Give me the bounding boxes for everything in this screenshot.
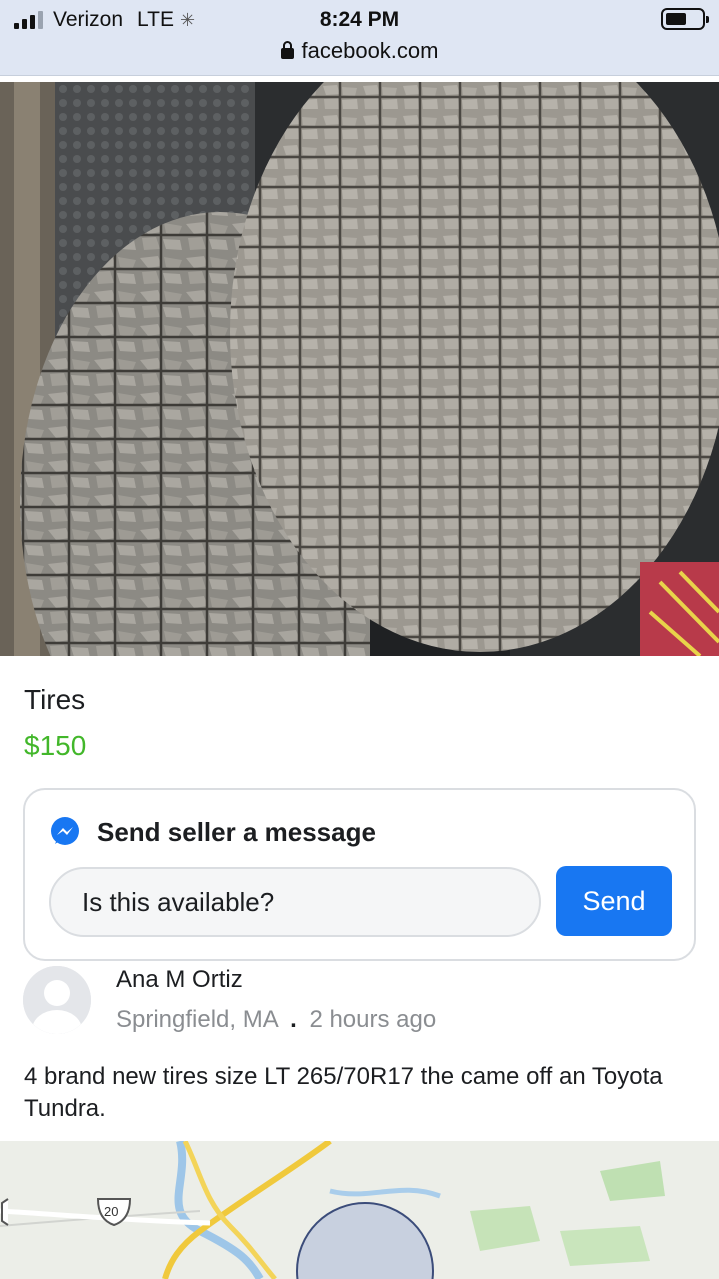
seller-avatar[interactable] xyxy=(23,966,91,1034)
listing-title: Tires xyxy=(24,684,86,715)
send-button[interactable]: Send xyxy=(556,866,672,936)
messenger-icon xyxy=(51,817,79,845)
listing-photo[interactable] xyxy=(0,82,719,656)
status-bar: Verizon LTE ✳ 8:24 PM facebook.com xyxy=(0,0,719,76)
listing-description: 4 brand new tires size LT 265/70R17 the … xyxy=(24,1063,663,1122)
seller-name[interactable]: Ana M Ortiz xyxy=(116,966,243,994)
battery-icon xyxy=(661,8,709,30)
meta-separator: . xyxy=(290,1006,297,1033)
message-seller-card: Send seller a message Is this available?… xyxy=(23,788,696,961)
message-input[interactable]: Is this available? xyxy=(49,867,541,937)
posted-time: 2 hours ago xyxy=(309,1006,437,1033)
address-bar[interactable]: facebook.com xyxy=(0,38,719,64)
seller-location: Springfield, MA xyxy=(116,1006,278,1033)
route-shield-label: 20 xyxy=(104,1204,119,1219)
default-avatar-icon xyxy=(23,966,91,1034)
url-text: facebook.com xyxy=(301,38,439,63)
seller-meta: Springfield, MA . 2 hours ago xyxy=(116,1006,436,1034)
status-time: 8:24 PM xyxy=(319,8,400,31)
location-map[interactable]: 20 xyxy=(0,1141,719,1279)
message-header: Send seller a message xyxy=(49,816,376,848)
message-header-title: Send seller a message xyxy=(97,816,376,847)
tires-photo xyxy=(0,82,719,656)
lock-icon xyxy=(280,41,294,59)
listing-price: $150 xyxy=(24,730,87,761)
